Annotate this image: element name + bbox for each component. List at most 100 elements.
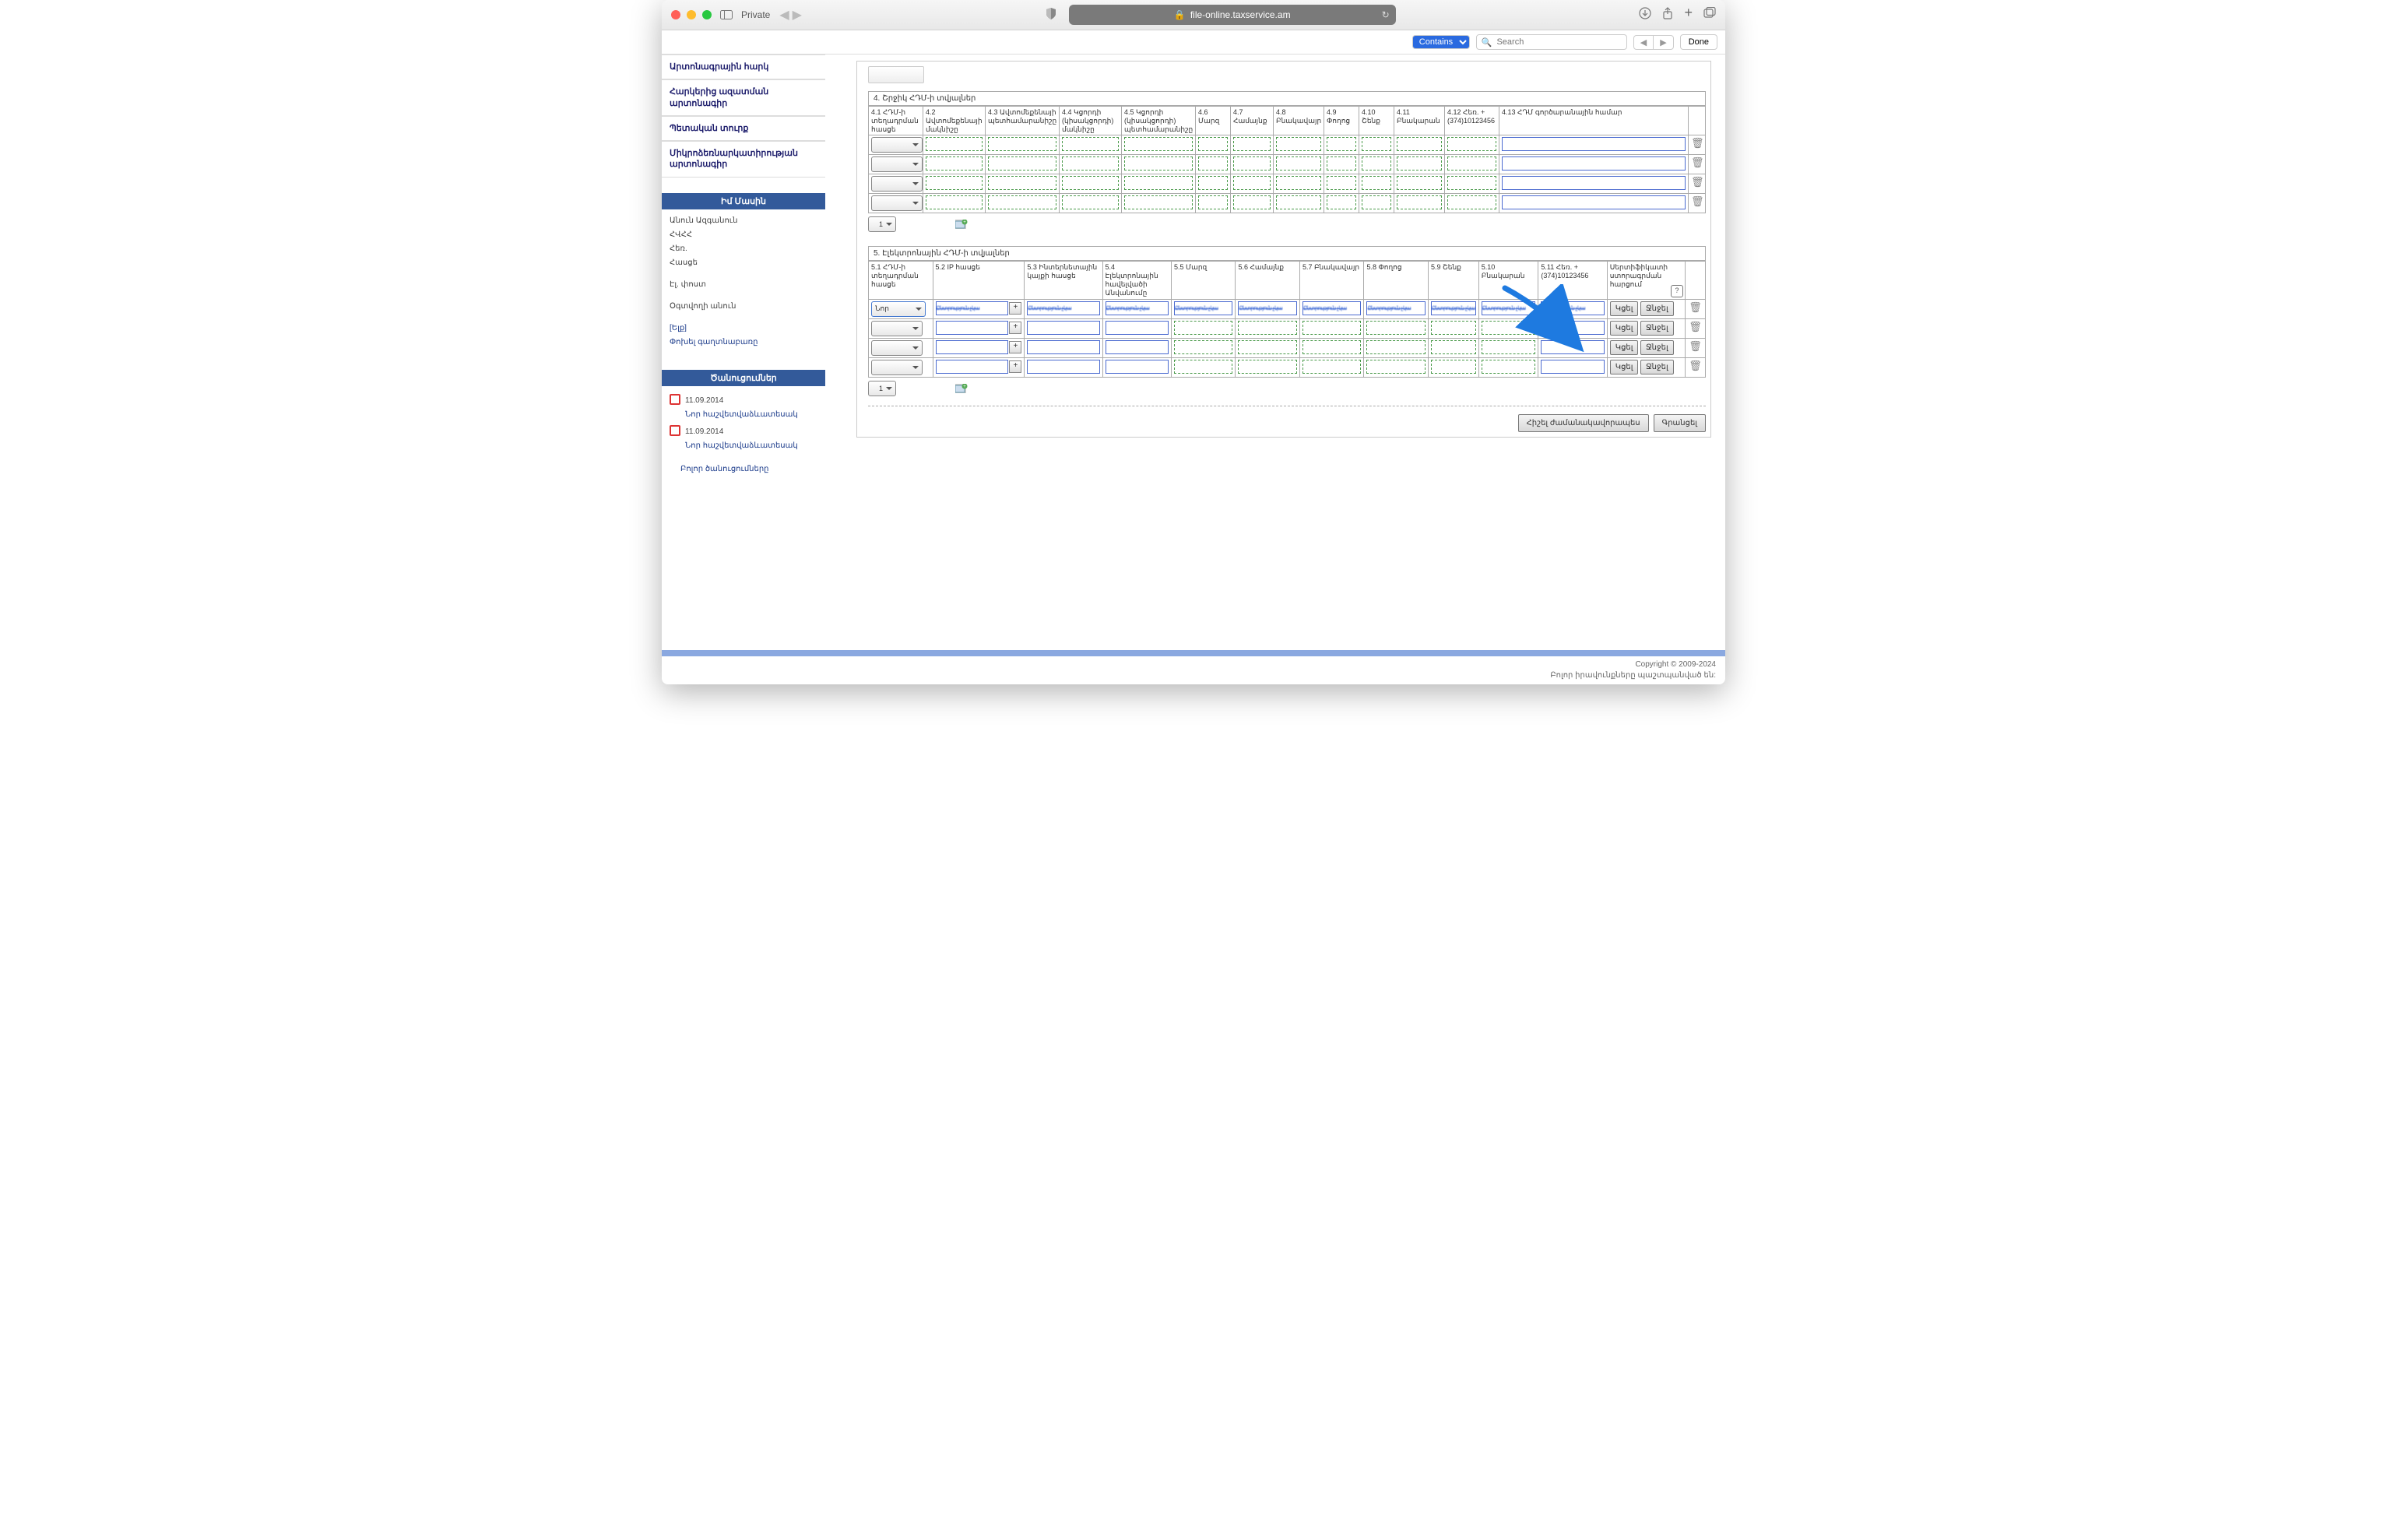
text-input[interactable] <box>1541 360 1604 374</box>
text-input[interactable] <box>1238 340 1297 354</box>
text-input[interactable] <box>1482 321 1536 335</box>
add-ip-icon[interactable]: + <box>1009 360 1021 373</box>
notice-item[interactable]: 11.09.2014 Նոր հաշվետվաձևատեսակ <box>670 394 817 422</box>
forward-icon[interactable]: ▶ <box>793 7 802 23</box>
find-search-field[interactable]: 🔍 <box>1476 34 1627 50</box>
text-input[interactable]: Ընտրություն չկա <box>1174 301 1233 315</box>
ip-input[interactable] <box>936 321 1009 335</box>
all-notices-link[interactable]: Բոլոր ծանուցումները <box>680 465 769 473</box>
text-input[interactable] <box>1502 137 1686 151</box>
text-input[interactable] <box>1362 156 1391 171</box>
sidebar-item-micro[interactable]: Միկրոձեռնարկատիրության արտոնագիր <box>662 141 825 178</box>
text-input[interactable] <box>1366 360 1426 374</box>
text-input[interactable] <box>1124 176 1193 190</box>
zoom-window-icon[interactable] <box>702 10 712 19</box>
text-input[interactable] <box>1431 340 1476 354</box>
attach-button[interactable]: Կցել <box>1610 321 1639 336</box>
collapsed-card[interactable] <box>868 66 924 83</box>
text-input[interactable] <box>1276 195 1321 209</box>
text-input[interactable] <box>1447 137 1496 151</box>
text-input[interactable] <box>1238 360 1297 374</box>
row-delete-button[interactable]: Ջնջել <box>1640 301 1674 316</box>
text-input[interactable] <box>1447 195 1496 209</box>
text-input[interactable] <box>1362 137 1391 151</box>
text-input[interactable] <box>1062 176 1119 190</box>
text-input[interactable] <box>988 176 1056 190</box>
add-ip-icon[interactable]: + <box>1009 341 1021 353</box>
text-input[interactable] <box>1027 360 1099 374</box>
address-select[interactable] <box>871 176 923 192</box>
save-temp-button[interactable]: Հիշել ժամանակավորապես <box>1518 414 1649 432</box>
text-input[interactable] <box>1302 321 1362 335</box>
text-input[interactable] <box>1198 137 1228 151</box>
text-input[interactable] <box>926 137 983 151</box>
text-input[interactable] <box>1124 156 1193 171</box>
delete-row-icon[interactable]: 🗑 <box>1685 357 1705 377</box>
text-input[interactable] <box>1327 176 1356 190</box>
text-input[interactable] <box>1366 321 1426 335</box>
text-input[interactable]: Ընտրություն չկա <box>1541 301 1604 315</box>
row-delete-button[interactable]: Ջնջել <box>1640 340 1674 355</box>
ip-input[interactable]: Ընտրություն չկա <box>936 301 1009 315</box>
text-input[interactable] <box>926 176 983 190</box>
delete-row-icon[interactable]: 🗑 <box>1685 318 1705 338</box>
delete-row-icon[interactable]: 🗑 <box>1685 299 1705 318</box>
text-input[interactable] <box>1482 360 1536 374</box>
text-input[interactable] <box>1431 360 1476 374</box>
find-prev-icon[interactable]: ◀ <box>1634 36 1654 49</box>
text-input[interactable] <box>1447 176 1496 190</box>
text-input[interactable] <box>1174 360 1233 374</box>
text-input[interactable] <box>926 156 983 171</box>
text-input[interactable] <box>1431 321 1476 335</box>
address-select[interactable] <box>871 195 923 211</box>
text-input[interactable] <box>1327 156 1356 171</box>
text-input[interactable] <box>1397 137 1442 151</box>
row-delete-button[interactable]: Ջնջել <box>1640 360 1674 374</box>
attach-button[interactable]: Կցել <box>1610 360 1639 374</box>
delete-row-icon[interactable]: 🗑 <box>1689 194 1706 213</box>
text-input[interactable] <box>1482 340 1536 354</box>
text-input[interactable] <box>1027 321 1099 335</box>
text-input[interactable] <box>1124 137 1193 151</box>
downloads-icon[interactable] <box>1639 7 1651 23</box>
text-input[interactable] <box>1106 321 1169 335</box>
text-input[interactable] <box>1198 195 1228 209</box>
attach-button[interactable]: Կցել <box>1610 301 1639 316</box>
text-input[interactable] <box>1447 156 1496 171</box>
text-input[interactable] <box>1174 340 1233 354</box>
text-input[interactable] <box>1238 321 1297 335</box>
privacy-shield-icon[interactable] <box>1046 8 1056 23</box>
text-input[interactable] <box>1233 137 1271 151</box>
reload-icon[interactable]: ↻ <box>1382 9 1390 20</box>
back-icon[interactable]: ◀ <box>779 7 789 23</box>
text-input[interactable] <box>1502 176 1686 190</box>
register-button[interactable]: Գրանցել <box>1654 414 1706 432</box>
notice-item[interactable]: 11.09.2014 Նոր հաշվետվաձևատեսակ <box>670 425 817 453</box>
page-select[interactable]: 1 <box>868 216 896 232</box>
text-input[interactable] <box>1362 195 1391 209</box>
text-input[interactable] <box>1233 195 1271 209</box>
text-input[interactable] <box>1233 156 1271 171</box>
find-mode-select[interactable]: Contains <box>1412 35 1470 49</box>
text-input[interactable] <box>1062 137 1119 151</box>
text-input[interactable] <box>1062 195 1119 209</box>
text-input[interactable] <box>1541 340 1604 354</box>
text-input[interactable] <box>1397 176 1442 190</box>
text-input[interactable] <box>1541 321 1604 335</box>
text-input[interactable] <box>1198 156 1228 171</box>
text-input[interactable] <box>988 195 1056 209</box>
sidebar-item-tax-exemption[interactable]: Հարկերից ազատման արտոնագիր <box>662 79 825 116</box>
text-input[interactable] <box>1327 195 1356 209</box>
text-input[interactable] <box>1027 340 1099 354</box>
text-input[interactable] <box>1233 176 1271 190</box>
find-input[interactable] <box>1495 37 1621 47</box>
minimize-window-icon[interactable] <box>687 10 696 19</box>
page-select[interactable]: 1 <box>868 381 896 396</box>
share-icon[interactable] <box>1662 7 1673 23</box>
text-input[interactable]: Ընտրություն չկա <box>1431 301 1476 315</box>
delete-row-icon[interactable]: 🗑 <box>1689 135 1706 155</box>
sidebar-item-patent-tax[interactable]: Արտոնագրային հարկ <box>662 54 825 79</box>
address-select[interactable] <box>871 321 923 336</box>
text-input[interactable] <box>1198 176 1228 190</box>
attach-button[interactable]: Կցել <box>1610 340 1639 355</box>
